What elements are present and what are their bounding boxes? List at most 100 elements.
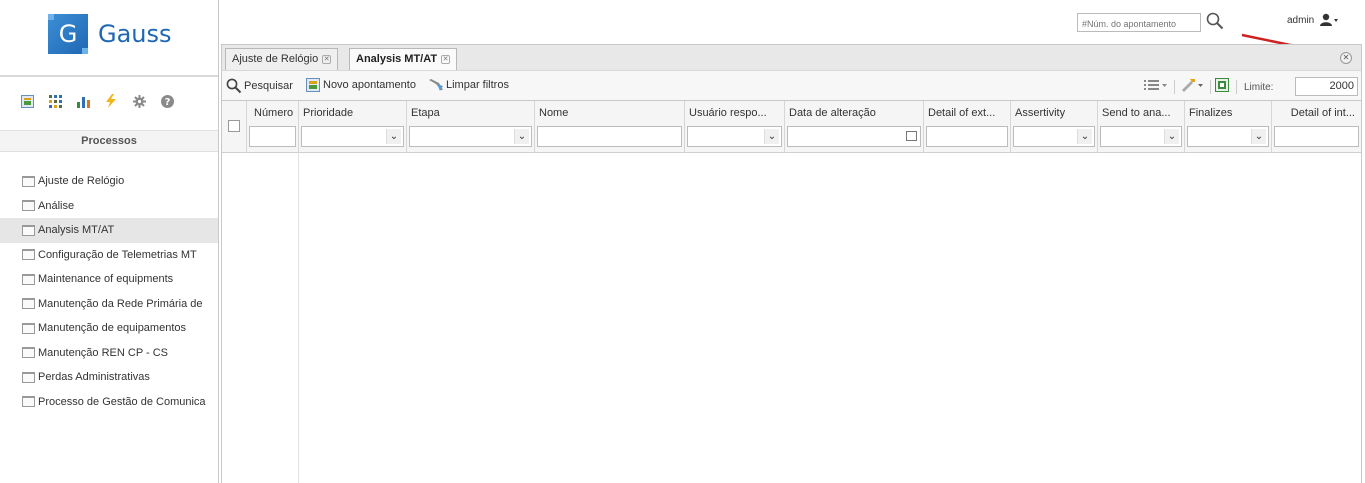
column-label: Finalizes	[1189, 107, 1233, 119]
lightning-icon[interactable]	[104, 94, 118, 108]
column-numero[interactable]: Número	[247, 101, 299, 153]
grid-icon[interactable]	[48, 94, 62, 108]
grid-header: Número Prioridade ⌄ Etapa ⌄ Nome Usuário…	[222, 101, 1361, 153]
column-etapa[interactable]: Etapa ⌄	[407, 101, 535, 153]
column-label: Detail of int...	[1290, 107, 1355, 119]
filter-etapa-select[interactable]: ⌄	[409, 126, 532, 147]
document-icon	[22, 224, 35, 236]
column-label: Etapa	[411, 107, 440, 119]
filter-data-input[interactable]	[787, 126, 921, 147]
process-item[interactable]: Manutenção de equipamentos	[0, 316, 218, 341]
column-finalizes[interactable]: Finalizes ⌄	[1185, 101, 1272, 153]
appointment-search-input[interactable]	[1077, 13, 1201, 32]
close-all-tabs-icon[interactable]: ✕	[1340, 52, 1352, 64]
user-name[interactable]: admin	[1287, 15, 1314, 26]
search-button[interactable]: Pesquisar	[226, 78, 293, 94]
process-item[interactable]: Configuração de Telemetrias MT	[0, 243, 218, 268]
process-label: Configuração de Telemetrias MT	[38, 248, 197, 261]
process-label: Manutenção da Rede Primária de	[38, 297, 203, 310]
column-send-to-analysis[interactable]: Send to ana... ⌄	[1098, 101, 1185, 153]
process-label: Perdas Administrativas	[38, 371, 150, 384]
chevron-down-icon: ⌄	[386, 129, 401, 144]
filter-clear-icon	[429, 79, 443, 91]
tab-analysis-mt-at[interactable]: Analysis MT/AT ✕	[349, 48, 458, 70]
column-label: Prioridade	[303, 107, 354, 119]
document-icon	[22, 273, 35, 285]
chevron-down-icon: ⌄	[1164, 129, 1179, 144]
toolbar-divider	[1210, 80, 1211, 94]
document-icon	[22, 298, 35, 310]
process-item[interactable]: Processo de Gestão de Comunica	[0, 390, 218, 415]
tab-label: Ajuste de Relógio	[232, 53, 319, 65]
app-logo[interactable]: G Gauss	[48, 14, 172, 54]
filter-numero-input[interactable]	[249, 126, 296, 147]
gear-icon[interactable]	[132, 94, 146, 108]
clear-filters-label: Limpar filtros	[446, 79, 509, 91]
column-label: Número	[254, 107, 294, 119]
column-data-de-alteracao[interactable]: Data de alteração	[785, 101, 924, 153]
process-label: Análise	[38, 199, 75, 212]
toolbar-divider	[1174, 80, 1175, 94]
column-usuario-responsavel[interactable]: Usuário respo... ⌄	[685, 101, 785, 153]
search-icon[interactable]	[1206, 12, 1224, 30]
clear-filters-button[interactable]: Limpar filtros	[429, 78, 509, 92]
column-label: Usuário respo...	[689, 107, 767, 119]
process-item[interactable]: Perdas Administrativas	[0, 365, 218, 390]
export-excel-icon[interactable]	[1215, 78, 1229, 92]
document-icon	[22, 249, 35, 261]
search-button-label: Pesquisar	[244, 80, 293, 92]
logo-mark: G	[48, 14, 88, 54]
filter-detail-internal-input[interactable]	[1274, 126, 1359, 147]
document-icon	[22, 200, 35, 212]
new-appointment-icon	[306, 78, 320, 92]
document-icon	[22, 371, 35, 383]
process-item[interactable]: Manutenção da Rede Primária de	[0, 292, 218, 317]
column-assertivity[interactable]: Assertivity ⌄	[1011, 101, 1098, 153]
column-detail-of-internal[interactable]: Detail of int...	[1272, 101, 1361, 153]
dashboard-icon[interactable]	[20, 94, 34, 108]
process-label: Ajuste de Relógio	[38, 175, 125, 188]
columns-menu-icon[interactable]	[1144, 78, 1168, 92]
limit-input[interactable]: 2000	[1295, 77, 1358, 96]
help-icon[interactable]: ?	[160, 94, 174, 108]
document-icon	[22, 322, 35, 334]
bar-chart-icon[interactable]	[76, 94, 90, 108]
column-nome[interactable]: Nome	[535, 101, 685, 153]
process-item[interactable]: Ajuste de Relógio	[0, 169, 218, 194]
new-appointment-label: Novo apontamento	[323, 79, 416, 91]
process-item[interactable]: Maintenance of equipments	[0, 267, 218, 292]
processes-header: Processos	[0, 130, 218, 152]
filter-send-to-analysis-select[interactable]: ⌄	[1100, 126, 1182, 147]
document-icon	[22, 396, 35, 408]
column-label: Send to ana...	[1102, 107, 1171, 119]
process-item[interactable]: Manutenção REN CP - CS	[0, 341, 218, 366]
filter-finalizes-select[interactable]: ⌄	[1187, 126, 1269, 147]
filter-nome-input[interactable]	[537, 126, 682, 147]
filter-detail-external-input[interactable]	[926, 126, 1008, 147]
search-icon	[226, 78, 242, 94]
process-label: Processo de Gestão de Comunica	[38, 395, 206, 408]
process-label: Manutenção REN CP - CS	[38, 346, 169, 359]
close-icon[interactable]: ✕	[441, 55, 451, 64]
process-item[interactable]: Análise	[0, 194, 218, 219]
process-label: Maintenance of equipments	[38, 273, 174, 286]
select-all-checkbox[interactable]	[228, 120, 240, 132]
new-appointment-button[interactable]: Novo apontamento	[306, 78, 416, 92]
filter-prioridade-select[interactable]: ⌄	[301, 126, 404, 147]
column-detail-of-external[interactable]: Detail of ext...	[924, 101, 1011, 153]
calendar-icon[interactable]	[906, 131, 917, 141]
tab-ajuste-de-relogio[interactable]: Ajuste de Relógio ✕	[225, 48, 339, 70]
tab-label: Analysis MT/AT	[356, 53, 438, 65]
filter-usuario-select[interactable]: ⌄	[687, 126, 782, 147]
process-label: Analysis MT/AT	[38, 224, 115, 237]
toolbar-divider	[1236, 80, 1237, 94]
chevron-down-icon: ⌄	[1251, 129, 1266, 144]
close-icon[interactable]: ✕	[322, 55, 332, 64]
column-prioridade[interactable]: Prioridade ⌄	[299, 101, 407, 153]
user-menu-icon[interactable]	[1320, 13, 1338, 30]
process-list: Ajuste de Relógio Análise Analysis MT/AT…	[0, 169, 218, 414]
tools-menu-icon[interactable]	[1181, 78, 1205, 92]
filter-assertivity-select[interactable]: ⌄	[1013, 126, 1095, 147]
process-item-active[interactable]: Analysis MT/AT	[0, 218, 218, 243]
document-icon	[22, 175, 35, 187]
